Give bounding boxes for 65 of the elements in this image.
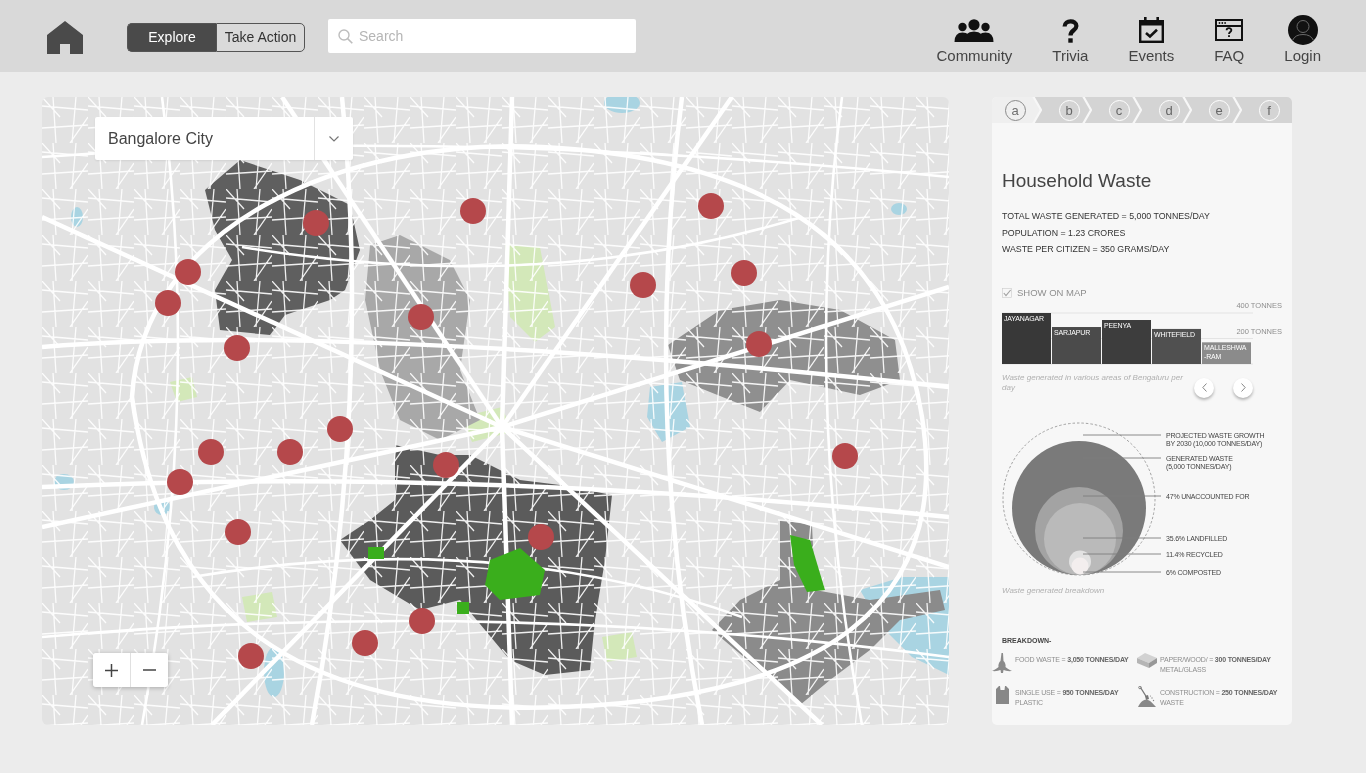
step-tab[interactable]: c xyxy=(1092,97,1142,123)
stat-line: POPULATION = 1.23 CRORES xyxy=(1002,226,1127,240)
map-marker-icon[interactable] xyxy=(224,335,250,361)
map-marker-icon[interactable] xyxy=(303,210,329,236)
checkbox-label: SHOW ON MAP xyxy=(1017,287,1087,298)
step-tab[interactable]: f xyxy=(1242,97,1292,123)
minus-icon xyxy=(143,669,156,671)
search-field[interactable]: Search xyxy=(328,19,636,53)
bar[interactable] xyxy=(1052,326,1101,364)
map-marker-icon[interactable] xyxy=(731,260,757,286)
plus-icon xyxy=(105,663,118,677)
calendar-icon xyxy=(1138,17,1164,43)
map-marker-icon[interactable] xyxy=(167,469,193,495)
shovel-icon xyxy=(1138,685,1156,707)
nav-link[interactable]: Login xyxy=(1284,0,1321,72)
mode-tab[interactable]: Explore xyxy=(127,22,216,52)
map-marker-icon[interactable] xyxy=(832,443,858,469)
chevron-right-icon xyxy=(1240,383,1246,392)
map-marker-icon[interactable] xyxy=(155,290,181,316)
box-icon xyxy=(1137,652,1157,668)
map-marker-icon[interactable] xyxy=(198,439,224,465)
map-marker-icon[interactable] xyxy=(460,198,486,224)
map-marker-icon[interactable] xyxy=(409,608,435,634)
question-mark-icon xyxy=(1061,17,1079,43)
home-icon[interactable] xyxy=(47,20,83,54)
map-marker-icon[interactable] xyxy=(327,416,353,442)
park-shape xyxy=(457,602,469,614)
help-window-icon xyxy=(1215,19,1244,41)
city-dropdown[interactable]: Bangalore City xyxy=(95,117,353,160)
nav-link[interactable]: Events xyxy=(1128,0,1175,72)
park-shape xyxy=(790,535,825,592)
map-marker-icon[interactable] xyxy=(352,630,378,656)
map-marker-icon[interactable] xyxy=(698,193,724,219)
map-marker-icon[interactable] xyxy=(408,304,434,330)
map-marker-icon[interactable] xyxy=(746,331,772,357)
park-shape xyxy=(368,547,384,559)
map-marker-icon[interactable] xyxy=(225,519,251,545)
people-icon xyxy=(954,18,995,42)
map-marker-icon[interactable] xyxy=(630,272,656,298)
bar[interactable] xyxy=(1002,312,1051,364)
step-tab[interactable]: e xyxy=(1192,97,1242,123)
nav-link[interactable]: Trivia xyxy=(1052,0,1089,72)
bar[interactable] xyxy=(1152,328,1201,364)
step-tab[interactable]: d xyxy=(1142,97,1192,123)
nav-link[interactable]: FAQ xyxy=(1214,0,1245,72)
bar[interactable] xyxy=(1102,319,1151,364)
map-marker-icon[interactable] xyxy=(528,524,554,550)
stat-line: WASTE PER CITIZEN = 350 GRAMS/DAY xyxy=(1002,243,1171,256)
panel-title: Household Waste xyxy=(1002,170,1153,192)
bag-icon xyxy=(995,685,1009,704)
map-marker-icon[interactable] xyxy=(433,452,459,478)
park-shape xyxy=(485,548,545,600)
user-icon xyxy=(1287,15,1318,45)
search-icon xyxy=(338,29,353,44)
nav-link[interactable]: Community xyxy=(936,0,1013,72)
map-marker-icon[interactable] xyxy=(277,439,303,465)
mode-tab[interactable]: Take Action xyxy=(216,22,305,52)
step-tab[interactable]: a xyxy=(992,97,1042,123)
diagram-caption: Waste generated breakdown xyxy=(1002,585,1106,596)
map-marker-icon[interactable] xyxy=(238,643,264,669)
banana-peel-icon xyxy=(992,652,1012,673)
chevron-left-icon xyxy=(1201,383,1207,392)
stat-line: TOTAL WASTE GENERATED = 5,000 TONNES/DAY xyxy=(1002,210,1211,223)
chevron-down-icon xyxy=(329,135,339,142)
map-marker-icon[interactable] xyxy=(175,259,201,285)
